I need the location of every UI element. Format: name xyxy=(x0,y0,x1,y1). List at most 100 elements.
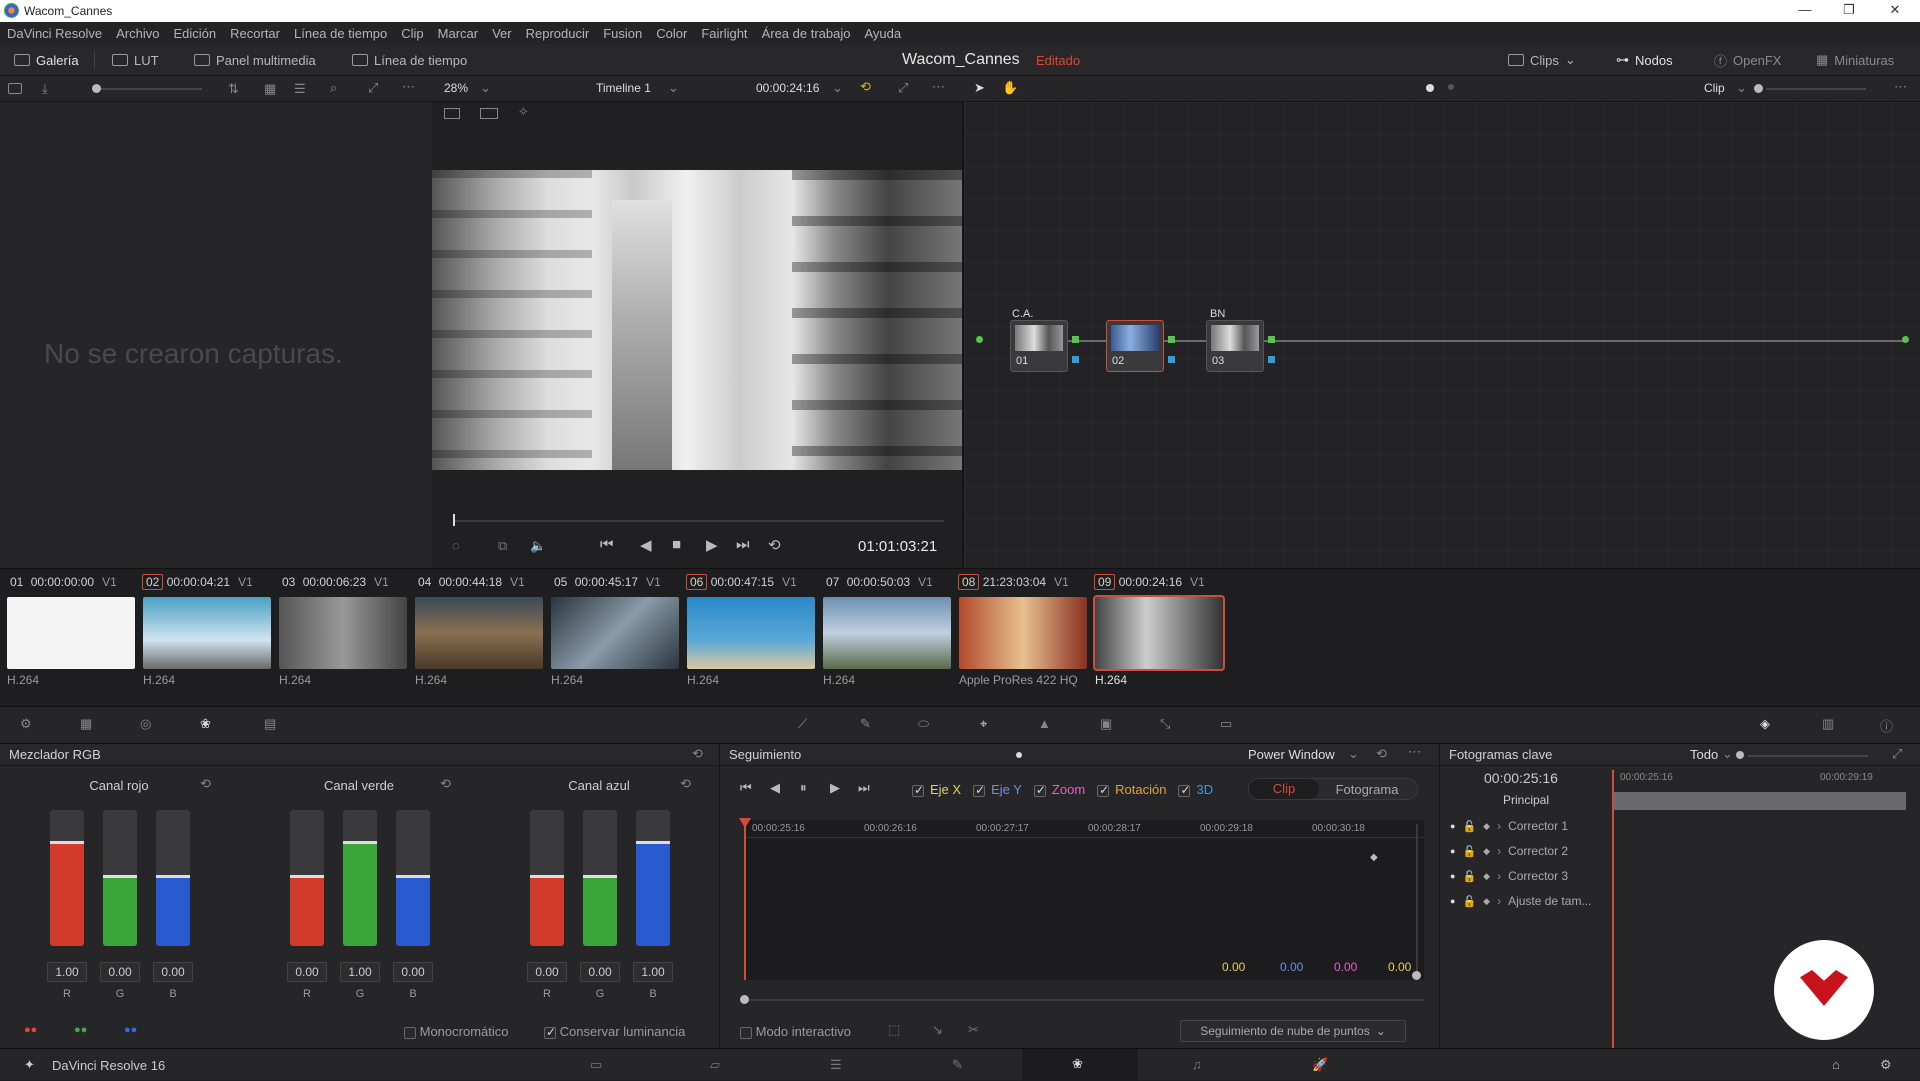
seg-frame[interactable]: Fotograma xyxy=(1319,782,1415,797)
chevron-down-icon[interactable]: ⌄ xyxy=(1722,746,1733,762)
expand-chevron-icon[interactable]: › xyxy=(1497,819,1501,833)
clip-thumbnail[interactable]: 08 21:23:03:04 V1 Apple ProRes 422 HQ xyxy=(952,569,1088,695)
motion-effects-icon[interactable]: ▤ xyxy=(264,716,276,732)
key-port[interactable] xyxy=(1168,356,1175,363)
track-reverse-icon[interactable]: ◀ xyxy=(770,780,780,796)
axis-toggle[interactable]: 3D xyxy=(1178,782,1213,797)
preset-red-icon[interactable]: ●● xyxy=(24,1024,37,1036)
more-options-icon[interactable]: ⋯ xyxy=(1894,79,1907,95)
scrubber-playhead[interactable] xyxy=(453,514,455,526)
cut-page-icon[interactable]: ▱ xyxy=(710,1057,720,1073)
qualifier-icon[interactable]: ✎ xyxy=(860,716,871,732)
blur-icon[interactable]: ▲ xyxy=(1038,716,1051,731)
checkbox-box[interactable] xyxy=(404,1026,416,1039)
delete-point-icon[interactable]: ✂ xyxy=(968,1022,979,1038)
tracking-vscrollbar[interactable] xyxy=(1416,824,1418,974)
node-zoom-slider[interactable] xyxy=(1766,88,1866,90)
split-view-icon[interactable] xyxy=(480,108,498,119)
menu-color[interactable]: Color xyxy=(656,26,687,41)
sizing-icon[interactable]: ⤡ xyxy=(1160,716,1170,732)
channel-value-field[interactable]: 1.00 xyxy=(633,962,673,982)
chevron-down-icon[interactable]: ⌄ xyxy=(668,80,679,96)
grid-view-icon[interactable]: ▦ xyxy=(264,81,276,97)
channel-value-field[interactable]: 0.00 xyxy=(527,962,567,982)
info-icon[interactable]: ⓘ xyxy=(1880,716,1893,735)
play-reverse-icon[interactable]: ◀ xyxy=(640,536,652,554)
insert-point-icon[interactable]: ⬚ xyxy=(888,1022,900,1038)
checkbox-box[interactable] xyxy=(973,783,985,797)
audio-sync-icon[interactable]: ◌ xyxy=(452,538,460,553)
reset-icon[interactable]: ⟲ xyxy=(1376,746,1387,762)
node-01[interactable]: 01 xyxy=(1010,320,1068,372)
channel-value-field[interactable]: 1.00 xyxy=(340,962,380,982)
download-icon[interactable]: ⤓ xyxy=(42,81,48,97)
more-options-icon[interactable]: ⋯ xyxy=(1408,744,1421,760)
keyframe-row[interactable]: ● 🔓 ◆ › Corrector 2 xyxy=(1450,841,1610,861)
slider-handle[interactable] xyxy=(583,875,617,878)
slider-handle[interactable] xyxy=(636,841,670,844)
vscroll-handle[interactable] xyxy=(1412,971,1421,980)
clip-thumbnail[interactable]: 06 00:00:47:15 V1 H.264 xyxy=(680,569,816,695)
track-forward-end-icon[interactable]: ⏭ xyxy=(858,780,870,796)
tracking-graph[interactable]: 00:00:25:16 00:00:26:16 00:00:27:17 00:00:2… xyxy=(739,818,1424,980)
menu-archivo[interactable]: Archivo xyxy=(116,26,159,41)
slider-handle[interactable] xyxy=(156,875,190,878)
edit-page-icon[interactable]: ☰ xyxy=(830,1057,842,1073)
color-match-icon[interactable]: ▦ xyxy=(80,716,92,732)
tracker-icon[interactable]: ⌖ xyxy=(980,716,987,732)
channel-value-field[interactable]: 1.00 xyxy=(47,962,87,982)
node-zoom-handle[interactable] xyxy=(1754,84,1763,93)
fullscreen-icon[interactable]: ⤢ xyxy=(898,80,908,96)
menu-fusion[interactable]: Fusion xyxy=(603,26,642,41)
output-port[interactable] xyxy=(1902,336,1909,343)
expand-chevron-icon[interactable]: › xyxy=(1497,869,1501,883)
keyframe-playhead[interactable] xyxy=(1612,770,1614,1048)
slider-handle[interactable] xyxy=(530,875,564,878)
reset-icon[interactable]: ⟲ xyxy=(692,746,703,762)
search-icon[interactable]: ⌕ xyxy=(330,80,337,96)
axis-toggle[interactable]: Rotación xyxy=(1097,782,1166,797)
lock-icon[interactable]: 🔓 xyxy=(1462,820,1476,833)
zoom-level[interactable]: 28% xyxy=(444,81,468,95)
sort-icon[interactable]: ⇅ xyxy=(228,81,239,97)
checkbox-box[interactable] xyxy=(740,1026,752,1039)
tracking-playhead[interactable] xyxy=(744,820,746,980)
camera-raw-icon[interactable]: ⚙ xyxy=(20,716,32,732)
menu-ver[interactable]: Ver xyxy=(492,26,512,41)
lock-icon[interactable]: 🔓 xyxy=(1462,895,1476,908)
slider-handle[interactable] xyxy=(343,841,377,844)
monochrome-checkbox[interactable]: Monocromático xyxy=(404,1024,509,1039)
close-button[interactable]: ✕ xyxy=(1872,1,1918,21)
keyframe-diamond-icon[interactable]: ◆ xyxy=(1483,846,1490,857)
color-page-tab-active[interactable]: ❀ xyxy=(1022,1049,1138,1081)
checkbox-box[interactable] xyxy=(1033,783,1046,797)
slider-handle[interactable] xyxy=(290,875,324,878)
restore-button[interactable]: ❐ xyxy=(1826,1,1872,21)
seg-clip[interactable]: Clip xyxy=(1249,779,1319,799)
rgb-mixer-icon[interactable]: ❀ xyxy=(200,716,211,732)
clip-thumbnail[interactable]: 01 00:00:00:00 V1 H.264 xyxy=(0,569,136,695)
clip-mode-selector[interactable]: Clip xyxy=(1704,81,1725,95)
layers-icon[interactable]: ⧉ xyxy=(498,538,507,554)
checkbox-box[interactable] xyxy=(544,1025,556,1039)
menu-fairlight[interactable]: Fairlight xyxy=(701,26,747,41)
chevron-down-icon[interactable]: ⌄ xyxy=(1736,80,1747,96)
single-view-icon[interactable] xyxy=(444,108,460,119)
more-options-icon[interactable]: ⋯ xyxy=(932,79,945,95)
highlight-icon[interactable]: ✧ xyxy=(518,104,529,120)
preset-blue-icon[interactable]: ●● xyxy=(124,1024,137,1036)
menu-marcar[interactable]: Marcar xyxy=(438,26,478,41)
menu-reproducir[interactable]: Reproducir xyxy=(526,26,590,41)
more-options-icon[interactable]: ⋯ xyxy=(402,79,415,95)
settings-gear-icon[interactable]: ⚙ xyxy=(1880,1057,1892,1073)
menu-edicion[interactable]: Edición xyxy=(174,26,217,41)
keyframe-diamond-icon[interactable]: ◆ xyxy=(1483,821,1490,832)
openfx-button[interactable]: ⓕ OpenFX xyxy=(1714,44,1781,76)
nodes-button[interactable]: ⊶ Nodos xyxy=(1616,44,1673,76)
visibility-dot-icon[interactable]: ● xyxy=(1450,896,1455,906)
slider-handle[interactable] xyxy=(103,875,137,878)
play-icon[interactable]: ▶ xyxy=(706,536,718,554)
tracking-scrollbar[interactable] xyxy=(744,999,1424,1001)
node-output-port[interactable] xyxy=(1168,336,1175,343)
channel-slider[interactable] xyxy=(583,810,617,946)
